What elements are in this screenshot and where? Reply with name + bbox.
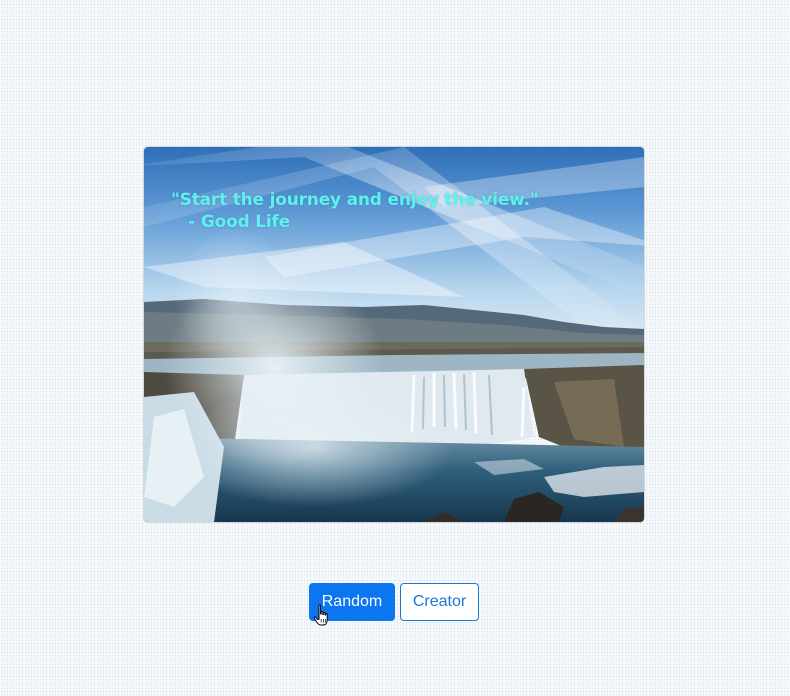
quote-text: "Start the journey and enjoy the view." <box>171 190 539 210</box>
quote-card: "Start the journey and enjoy the view." … <box>144 147 644 522</box>
author-dash: - <box>188 212 195 232</box>
quote-author: - Good Life <box>188 211 290 233</box>
creator-button[interactable]: Creator <box>400 583 479 621</box>
random-button[interactable]: Random <box>309 583 395 621</box>
author-name: Good Life <box>200 212 291 232</box>
